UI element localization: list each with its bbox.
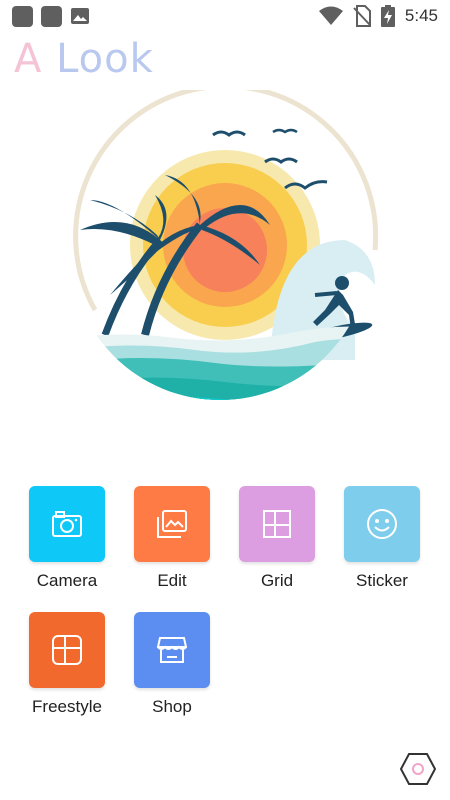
beach-surf-illustration [70, 90, 379, 400]
freestyle-label: Freestyle [32, 697, 102, 716]
tile-edit[interactable]: Edit [127, 486, 217, 591]
app-notification-icon [41, 6, 62, 27]
shop-button[interactable] [134, 612, 210, 688]
status-bar: 5:45 [0, 0, 450, 32]
edit-label: Edit [157, 571, 187, 590]
image-icon [71, 8, 89, 24]
camera-icon [52, 511, 82, 537]
status-time: 5:45 [404, 6, 438, 25]
no-sim-icon [353, 5, 371, 27]
camera-label: Camera [36, 571, 98, 590]
tile-grid[interactable]: Grid [232, 486, 322, 591]
app-logo: A Look [14, 36, 154, 82]
tile-shop[interactable]: Shop [127, 612, 217, 717]
tile-freestyle[interactable]: Freestyle [22, 612, 112, 717]
smiley-icon [367, 509, 397, 539]
shop-icon [157, 637, 187, 663]
app-notification-icon [12, 6, 33, 27]
sticker-button[interactable] [344, 486, 420, 562]
tile-camera[interactable]: Camera [22, 486, 112, 591]
freestyle-button[interactable] [29, 612, 105, 688]
gallery-edit-icon [157, 510, 187, 538]
grid-label: Grid [260, 571, 294, 590]
logo-text-a: A [14, 36, 43, 82]
wifi-icon [318, 6, 343, 25]
camera-button[interactable] [29, 486, 105, 562]
tile-sticker[interactable]: Sticker [337, 486, 427, 591]
edit-button[interactable] [134, 486, 210, 562]
grid-icon [263, 510, 291, 538]
battery-charging-icon [380, 5, 395, 27]
logo-text-look: Look [56, 36, 154, 82]
freestyle-layout-icon [52, 635, 82, 665]
sticker-label: Sticker [356, 571, 408, 590]
hexagon-settings-icon[interactable] [400, 752, 436, 786]
grid-button[interactable] [239, 486, 315, 562]
shop-label: Shop [152, 697, 192, 716]
